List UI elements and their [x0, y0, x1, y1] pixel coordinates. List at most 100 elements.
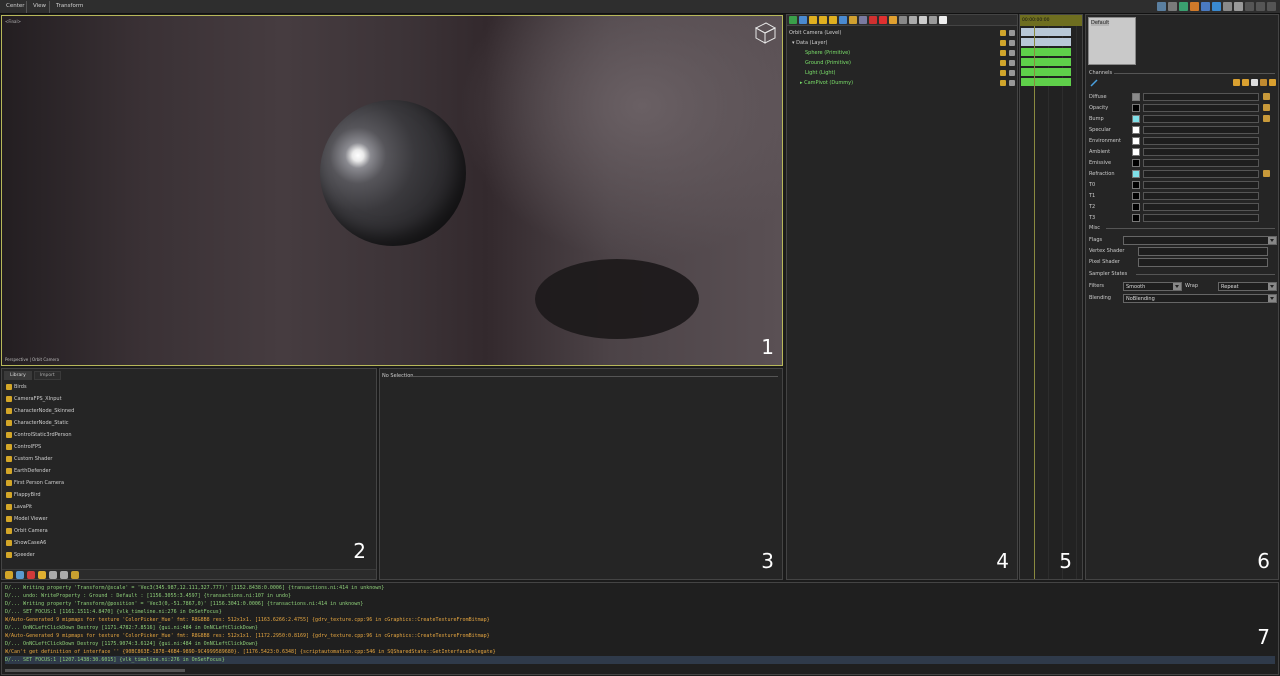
log-line[interactable]: D/... Writing property 'Transform/@posit… [5, 600, 1275, 608]
list-icon[interactable] [849, 16, 857, 24]
grid-icon[interactable] [1234, 2, 1243, 11]
folder-icon[interactable] [38, 571, 46, 579]
camera-icon[interactable] [909, 16, 917, 24]
delete-icon[interactable] [869, 16, 877, 24]
blending-select[interactable]: NoBlending [1123, 294, 1277, 303]
timeline-track[interactable] [1021, 58, 1071, 66]
menu-view[interactable]: View [33, 3, 46, 9]
lock-icon[interactable] [1009, 30, 1015, 36]
menu-center[interactable]: Center [6, 3, 25, 9]
tab-import[interactable]: Import [33, 371, 61, 380]
light-icon[interactable] [939, 16, 947, 24]
vertex-shader-field[interactable] [1138, 247, 1268, 256]
lock-icon[interactable] [1009, 70, 1015, 76]
lock-icon[interactable] [929, 16, 937, 24]
channel-color-swatch[interactable] [1132, 104, 1140, 112]
channel-color-swatch[interactable] [1132, 214, 1140, 222]
list-icon[interactable] [1223, 2, 1232, 11]
horizontal-scrollbar[interactable] [5, 669, 185, 672]
log-line[interactable]: W/Can't get definition of interface '' {… [5, 648, 1275, 656]
sphere-object[interactable] [320, 100, 466, 246]
channel-color-swatch[interactable] [1132, 115, 1140, 123]
visibility-icon[interactable] [1000, 30, 1006, 36]
channel-color-swatch[interactable] [1132, 159, 1140, 167]
channel-color-swatch[interactable] [1132, 126, 1140, 134]
refresh-icon[interactable] [71, 571, 79, 579]
user-icon[interactable] [919, 16, 927, 24]
timeline-track[interactable] [1021, 38, 1071, 46]
channel-texture-field[interactable] [1143, 93, 1259, 101]
channel-texture-field[interactable] [1143, 192, 1259, 200]
list-item[interactable]: Birds [4, 381, 376, 393]
save-icon[interactable] [1242, 79, 1249, 86]
node-icon[interactable] [859, 16, 867, 24]
log-line[interactable]: W/Auto-Generated 9 mipmaps for texture '… [5, 632, 1275, 640]
settings-icon[interactable] [1201, 2, 1210, 11]
log-line[interactable]: D/... SET FOCUS:1 [1161.1511:4.8470] {vl… [5, 608, 1275, 616]
save-icon[interactable] [1157, 2, 1166, 11]
3d-viewport[interactable]: <Final> Perspective | Orbit Camera 1 [1, 15, 783, 366]
arrow-icon[interactable] [899, 16, 907, 24]
play-icon[interactable] [809, 16, 817, 24]
tree-row[interactable]: Sphere (Primitive) [789, 48, 1017, 58]
record-icon[interactable] [879, 16, 887, 24]
layout-icon[interactable] [1212, 2, 1221, 11]
tree-row[interactable]: ▸ CamPivot (Dummy) [789, 78, 1017, 88]
timeline-track[interactable] [1021, 28, 1071, 36]
add-icon[interactable] [789, 16, 797, 24]
timeline-playhead[interactable] [1034, 26, 1035, 579]
maximize-icon[interactable] [1256, 2, 1265, 11]
pixel-shader-field[interactable] [1138, 258, 1268, 267]
list-item[interactable]: CharacterNode_Skinned [4, 405, 376, 417]
tab-library[interactable]: Library [4, 371, 32, 380]
timeline-track[interactable] [1021, 68, 1071, 76]
list-item[interactable]: LavaPit [4, 501, 376, 513]
folder-icon[interactable] [1263, 115, 1270, 122]
list-item[interactable]: Speeder [4, 549, 376, 561]
channel-color-swatch[interactable] [1132, 170, 1140, 178]
export-icon[interactable] [1168, 2, 1177, 11]
wrap-select[interactable]: Repeat [1218, 282, 1277, 291]
channel-texture-field[interactable] [1143, 203, 1259, 211]
visibility-icon[interactable] [1000, 40, 1006, 46]
eyedropper-icon[interactable] [1090, 79, 1098, 87]
timeline-track[interactable] [1021, 78, 1071, 86]
list-item[interactable]: Model Viewer [4, 513, 376, 525]
visibility-icon[interactable] [1000, 60, 1006, 66]
folder-icon[interactable] [1263, 93, 1270, 100]
pause-icon[interactable] [819, 16, 827, 24]
list-item[interactable]: CameraFPS_XInput [4, 393, 376, 405]
tools-icon[interactable] [16, 571, 24, 579]
list-item[interactable]: First Person Camera [4, 477, 376, 489]
channel-texture-field[interactable] [1143, 104, 1259, 112]
channel-color-swatch[interactable] [1132, 148, 1140, 156]
document-icon[interactable] [49, 571, 57, 579]
console-panel[interactable]: D/... Writing property 'Transform/@scale… [1, 582, 1279, 675]
list-item[interactable]: ShowCaseA6 [4, 537, 376, 549]
log-line[interactable]: W/Auto-Generated 9 mipmaps for texture '… [5, 616, 1275, 624]
list-icon[interactable] [60, 571, 68, 579]
lock-icon[interactable] [1009, 50, 1015, 56]
tree-row[interactable]: Light (Light) [789, 68, 1017, 78]
list-item[interactable]: CharacterNode_Static [4, 417, 376, 429]
visibility-icon[interactable] [1000, 50, 1006, 56]
filters-select[interactable]: Smooth [1123, 282, 1182, 291]
log-line[interactable]: D/... undo: WriteProperty : Ground : Def… [5, 592, 1275, 600]
log-line[interactable]: D/... SET FOCUS:1 [1207.1438:30.6015] {v… [5, 656, 1275, 664]
visibility-icon[interactable] [1000, 80, 1006, 86]
log-line[interactable]: D/... Writing property 'Transform/@scale… [5, 584, 1275, 592]
channel-color-swatch[interactable] [1132, 181, 1140, 189]
close-icon[interactable] [1267, 2, 1276, 11]
lock-icon[interactable] [1009, 80, 1015, 86]
material-preview[interactable]: Default [1088, 17, 1136, 65]
timeline-ruler[interactable]: 00:00:00:00 [1020, 15, 1082, 26]
channel-texture-field[interactable] [1143, 159, 1259, 167]
play-icon[interactable] [1190, 2, 1199, 11]
list-item[interactable]: FlappyBird [4, 489, 376, 501]
minimize-icon[interactable] [1245, 2, 1254, 11]
list-item[interactable]: EarthDefender [4, 465, 376, 477]
channel-texture-field[interactable] [1143, 214, 1259, 222]
channel-texture-field[interactable] [1143, 126, 1259, 134]
globe-icon[interactable] [1179, 2, 1188, 11]
folder-icon[interactable] [1233, 79, 1240, 86]
